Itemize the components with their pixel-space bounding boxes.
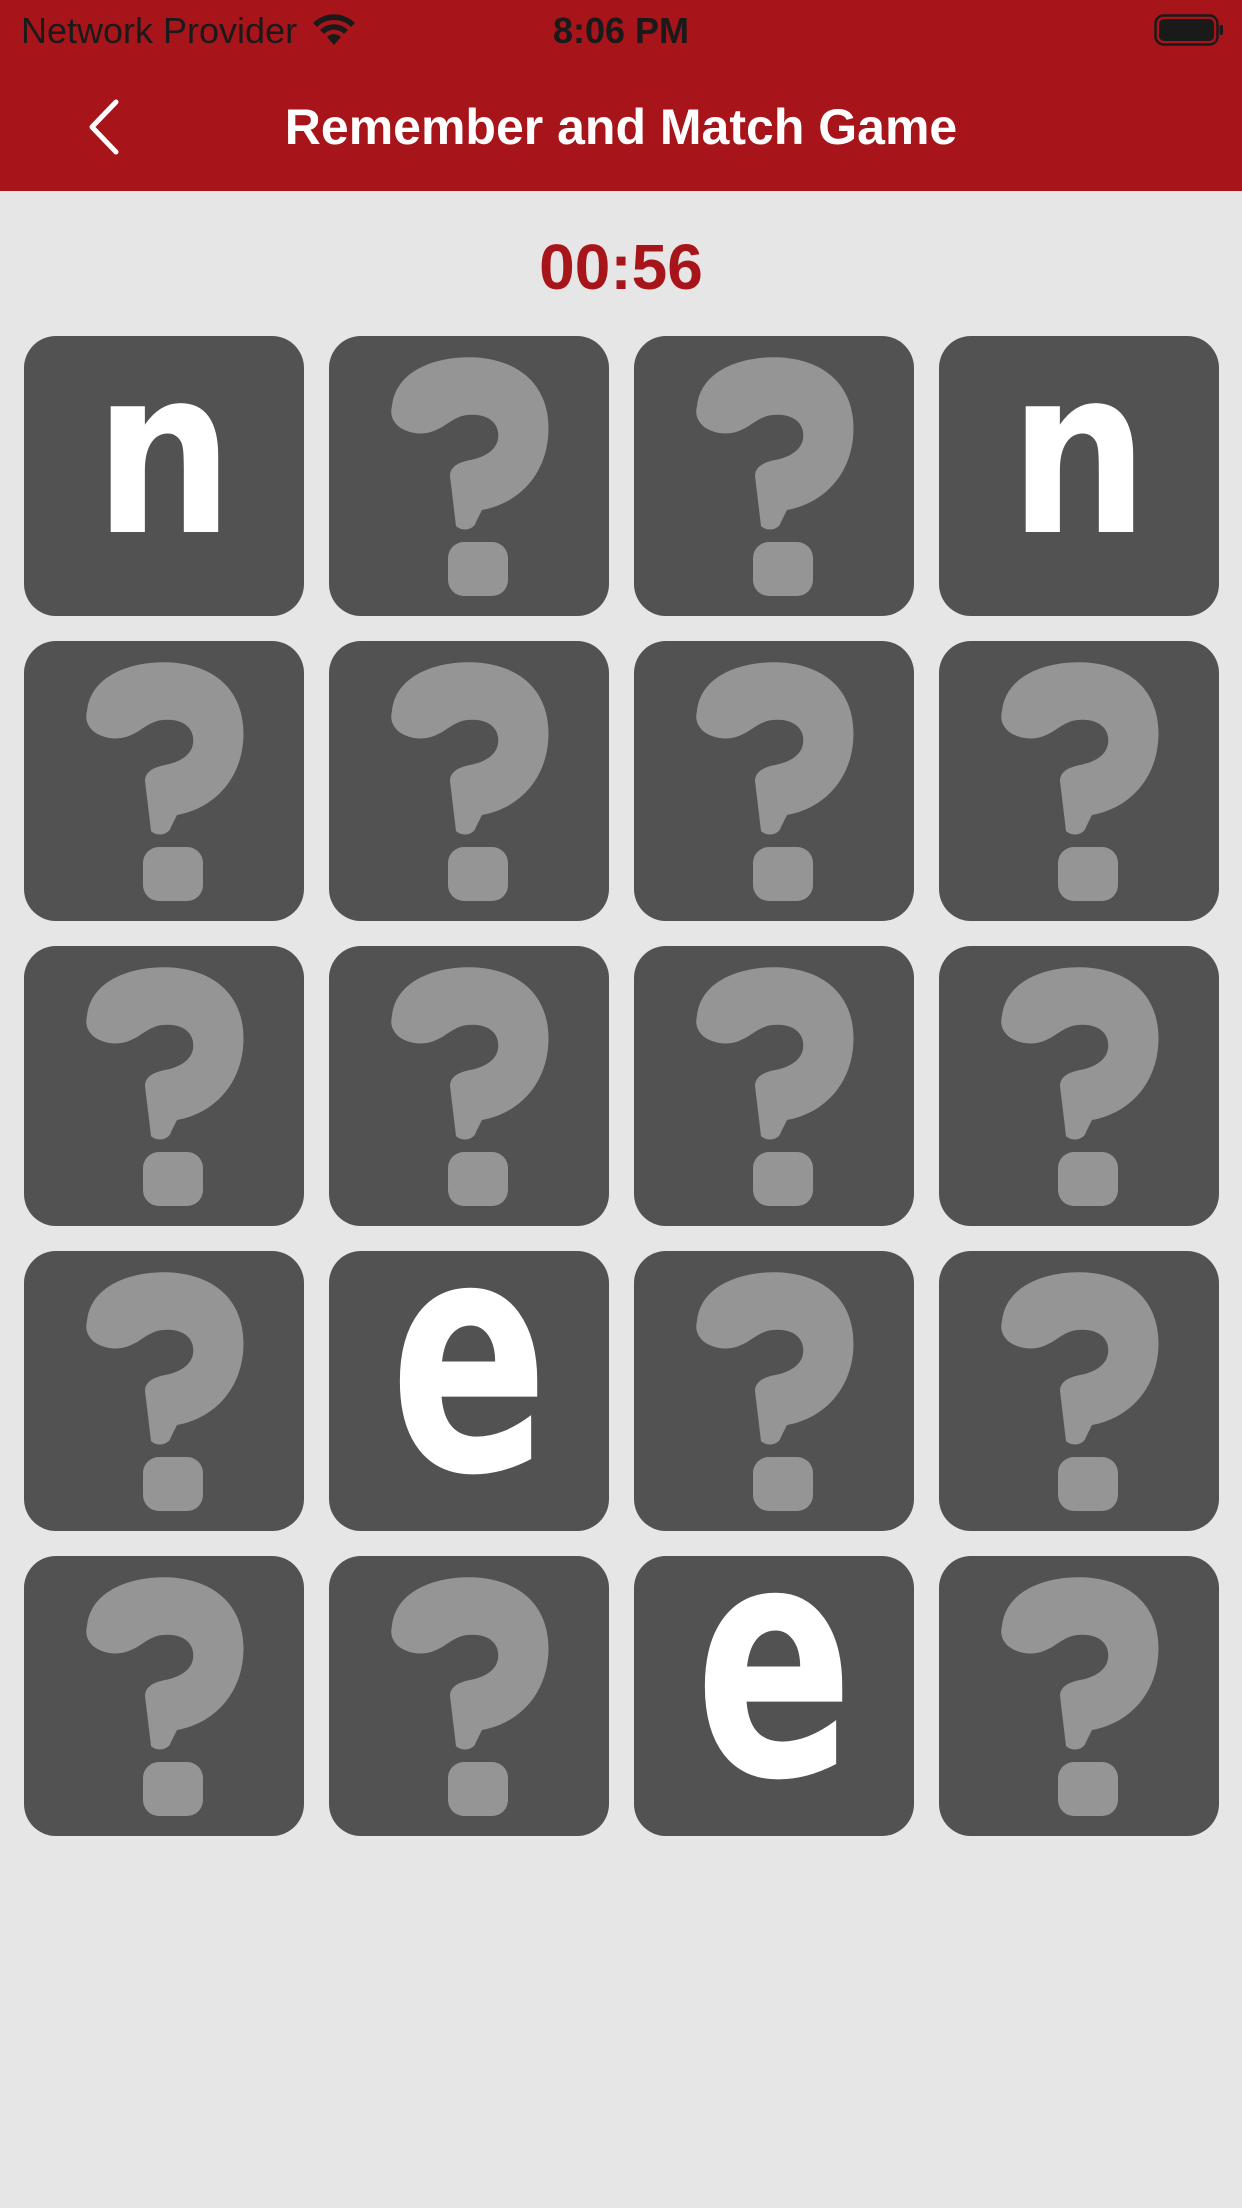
card-hidden[interactable] <box>329 641 609 921</box>
battery-icon <box>1154 14 1223 46</box>
question-mark-icon <box>86 967 244 1206</box>
card-letter: n <box>94 336 234 587</box>
card-revealed[interactable]: e <box>634 1556 914 1836</box>
question-mark-icon <box>391 357 549 596</box>
card-hidden[interactable] <box>24 641 304 921</box>
status-time: 8:06 PM <box>552 10 690 51</box>
question-mark-icon <box>1001 967 1159 1206</box>
question-mark-icon <box>391 1577 549 1816</box>
navigation-bar: Remember and Match Game <box>0 72 1242 182</box>
card-hidden[interactable] <box>24 1556 304 1836</box>
header-bar: Network Provider 8:06 PM Remember and Ma… <box>0 0 1242 191</box>
card-hidden[interactable] <box>329 1556 609 1836</box>
question-mark-icon <box>86 1577 244 1816</box>
card-revealed[interactable]: n <box>939 336 1219 616</box>
question-mark-icon <box>696 967 854 1206</box>
page-title: Remember and Match Game <box>284 99 958 155</box>
card-hidden[interactable] <box>634 1251 914 1531</box>
question-mark-icon <box>391 967 549 1206</box>
question-mark-icon <box>86 662 244 901</box>
card-hidden[interactable] <box>634 336 914 616</box>
card-hidden[interactable] <box>329 336 609 616</box>
card-hidden[interactable] <box>329 946 609 1226</box>
card-revealed[interactable]: n <box>24 336 304 616</box>
question-mark-icon <box>1001 662 1159 901</box>
question-mark-icon <box>1001 1272 1159 1511</box>
card-hidden[interactable] <box>939 946 1219 1226</box>
card-grid: n n e e <box>24 336 1219 1836</box>
question-mark-icon <box>696 357 854 596</box>
question-mark-icon <box>696 1272 854 1511</box>
card-hidden[interactable] <box>634 641 914 921</box>
game-timer: 00:56 <box>539 231 703 303</box>
card-letter: e <box>694 1556 854 1836</box>
card-hidden[interactable] <box>24 1251 304 1531</box>
card-letter: n <box>1009 336 1149 587</box>
question-mark-icon <box>696 662 854 901</box>
card-revealed[interactable]: e <box>329 1251 609 1531</box>
card-hidden[interactable] <box>939 641 1219 921</box>
card-hidden[interactable] <box>939 1251 1219 1531</box>
question-mark-icon <box>391 662 549 901</box>
card-hidden[interactable] <box>634 946 914 1226</box>
question-mark-icon <box>86 1272 244 1511</box>
question-mark-icon <box>1001 1577 1159 1816</box>
card-hidden[interactable] <box>939 1556 1219 1836</box>
status-bar: Network Provider 8:06 PM <box>0 0 1242 62</box>
card-hidden[interactable] <box>24 946 304 1226</box>
card-letter: e <box>389 1251 549 1531</box>
